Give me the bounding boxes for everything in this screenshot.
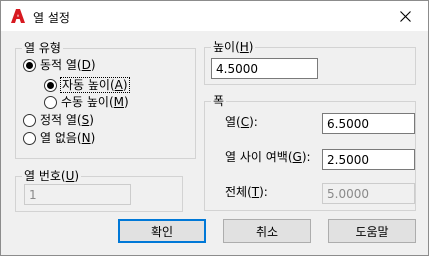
autocad-logo-icon xyxy=(11,9,25,23)
radio-dot xyxy=(23,131,36,145)
close-button[interactable] xyxy=(382,1,428,32)
column-width-label: 열(C): xyxy=(225,115,258,129)
height-label: 높이(H) xyxy=(211,40,256,54)
column-type-label: 열 유형 xyxy=(22,41,63,55)
column-width-input[interactable]: 6.5000 xyxy=(322,113,415,134)
radio-dot xyxy=(44,78,57,92)
radio-dot xyxy=(23,58,36,72)
gutter-input[interactable]: 2.5000 xyxy=(322,149,415,170)
radio-dot xyxy=(23,113,36,127)
radio-static-columns[interactable]: 정적 열(S) xyxy=(23,112,94,128)
column-number-label: 열 번호(U) xyxy=(22,169,82,183)
total-width-label: 전체(T): xyxy=(225,185,268,199)
height-input[interactable]: 4.5000 xyxy=(211,58,318,79)
ok-button[interactable]: 확인 xyxy=(118,219,206,243)
gutter-label: 열 사이 여백(G): xyxy=(225,150,311,164)
column-settings-dialog: 열 설정 열 유형 동적 열(D) 자동 높이(A) 수동 높이(M) 정적 열… xyxy=(0,0,429,256)
radio-dot xyxy=(44,95,57,109)
radio-dynamic-columns[interactable]: 동적 열(D) xyxy=(23,57,96,73)
help-button[interactable]: 도움말 xyxy=(328,219,416,243)
dialog-title: 열 설정 xyxy=(33,11,70,25)
radio-manual-height[interactable]: 수동 높이(M) xyxy=(44,94,129,110)
width-label: 폭 xyxy=(211,94,227,108)
title-bar: 열 설정 xyxy=(1,1,428,32)
radio-auto-height[interactable]: 자동 높이(A) xyxy=(44,77,130,93)
cancel-button[interactable]: 취소 xyxy=(223,219,311,243)
total-width-input: 5.0000 xyxy=(322,183,415,204)
radio-no-columns[interactable]: 열 없음(N) xyxy=(23,130,95,146)
close-icon xyxy=(399,11,411,22)
column-number-input: 1 xyxy=(24,184,131,205)
